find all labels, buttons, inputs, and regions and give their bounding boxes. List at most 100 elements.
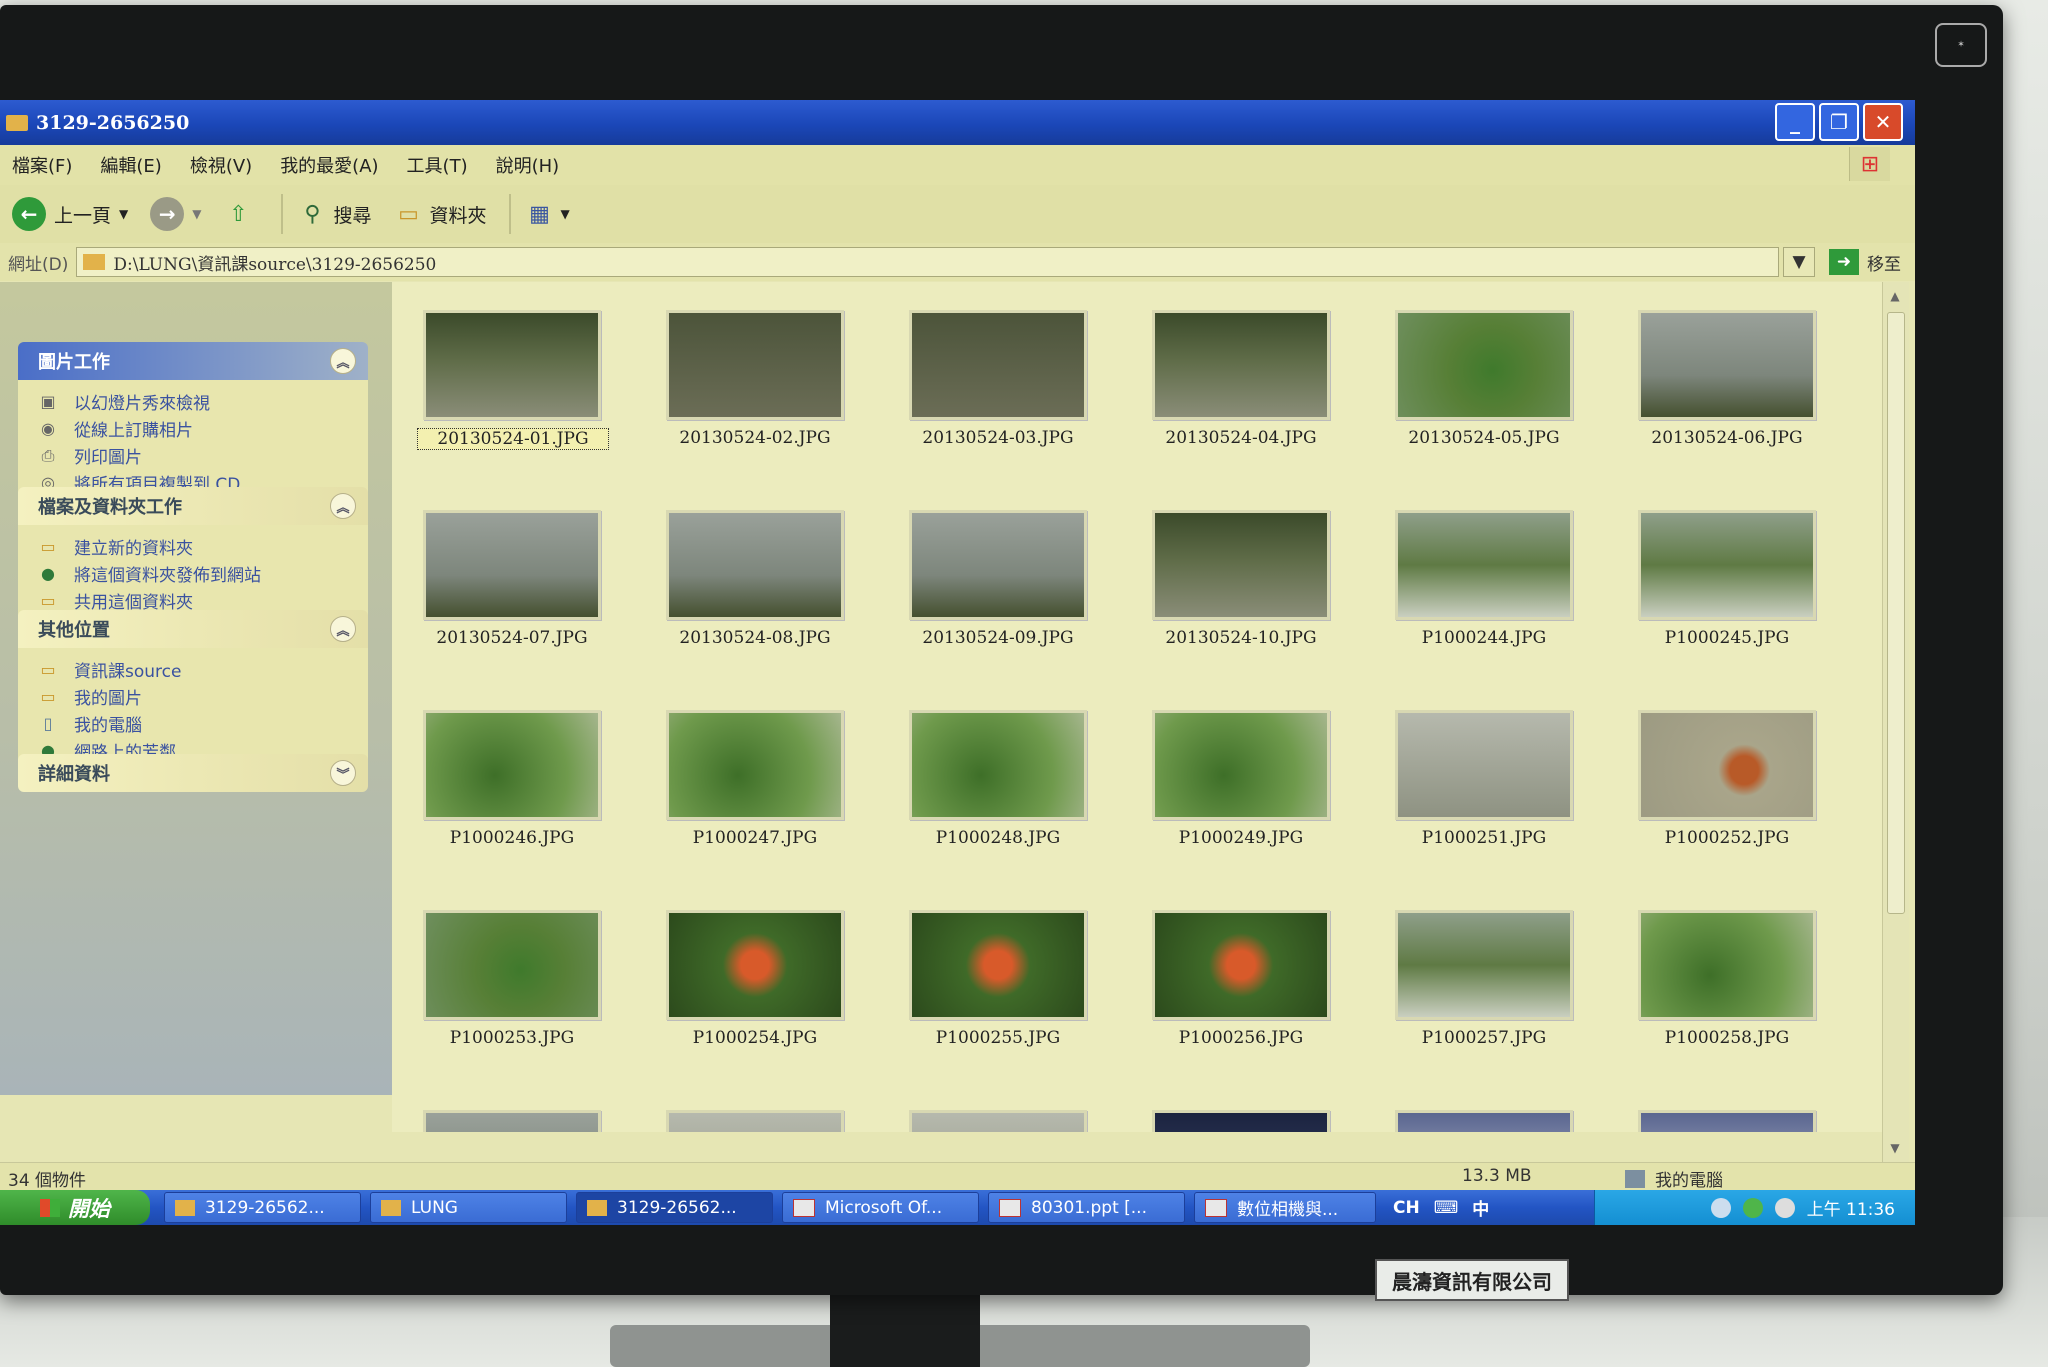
views-button[interactable]: ▦ ▼	[525, 199, 570, 229]
close-button[interactable]: ✕	[1863, 103, 1903, 141]
file-item[interactable]: P1000252.JPG	[1632, 702, 1875, 902]
menu-favorites[interactable]: 我的最愛(A)	[280, 152, 378, 178]
forward-button[interactable]: → ▼	[150, 197, 201, 231]
file-item[interactable]: 20130524-01.JPG	[417, 302, 660, 502]
network-tray-icon[interactable]	[1710, 1197, 1731, 1218]
computer-icon	[1625, 1169, 1645, 1188]
task-label: 以幻燈片秀來檢視	[74, 394, 210, 414]
taskbar-item[interactable]: 3129-26562...	[164, 1192, 361, 1223]
search-button[interactable]: ⚲ 搜尋	[297, 199, 371, 229]
task-new-folder[interactable]: ▭ 建立新的資料夾	[36, 533, 368, 560]
file-item[interactable]: 20130524-04.JPG	[1146, 302, 1389, 502]
thumbnail-image	[1152, 1110, 1330, 1132]
file-item-partial[interactable]	[1146, 1102, 1389, 1132]
slideshow-icon: ▣	[40, 392, 56, 411]
file-item[interactable]: P1000249.JPG	[1146, 702, 1389, 902]
start-button[interactable]: 開始	[0, 1190, 150, 1225]
file-name: P1000245.JPG	[1664, 628, 1790, 648]
taskbar-item[interactable]: LUNG	[370, 1192, 567, 1223]
collapse-chevron-icon[interactable]: ︽	[330, 348, 356, 374]
menu-help[interactable]: 說明(H)	[496, 152, 560, 178]
scroll-down-icon[interactable]: ▼	[1885, 1138, 1905, 1158]
file-item[interactable]: P1000251.JPG	[1389, 702, 1632, 902]
file-item[interactable]: P1000253.JPG	[417, 902, 660, 1102]
address-dropdown-icon[interactable]: ▼	[1783, 247, 1815, 277]
file-name: 20130524-02.JPG	[679, 428, 831, 448]
taskbar-item-active[interactable]: 3129-26562...	[576, 1192, 773, 1223]
collapse-chevron-icon[interactable]: ︽	[330, 616, 356, 642]
file-item[interactable]: 20130524-09.JPG	[903, 502, 1146, 702]
file-item-partial[interactable]	[1632, 1102, 1875, 1132]
file-item[interactable]: P1000245.JPG	[1632, 502, 1875, 702]
screen: 3129-2656250 _ ❐ ✕ 檔案(F) 編輯(E) 檢視(V) 我的最…	[0, 100, 1915, 1225]
taskbar-item[interactable]: Microsoft Of...	[782, 1192, 979, 1223]
menu-tools[interactable]: 工具(T)	[407, 152, 468, 178]
thumbnail-grid: 20130524-01.JPG 20130524-02.JPG 20130524…	[417, 302, 1875, 1132]
place-label: 我的電腦	[74, 716, 142, 736]
language-bar[interactable]: CH ⌨ 中	[1393, 1195, 1489, 1221]
folders-button[interactable]: ▭ 資料夾	[394, 199, 486, 229]
file-item[interactable]: P1000244.JPG	[1389, 502, 1632, 702]
back-button[interactable]: ← 上一頁 ▼	[12, 197, 128, 231]
file-item-partial[interactable]	[1389, 1102, 1632, 1132]
task-order-prints[interactable]: ◉ 從線上訂購相片	[36, 415, 368, 442]
file-item[interactable]: P1000255.JPG	[903, 902, 1146, 1102]
scroll-thumb[interactable]	[1887, 312, 1905, 914]
file-item[interactable]: 20130524-06.JPG	[1632, 302, 1875, 502]
file-item[interactable]: P1000248.JPG	[903, 702, 1146, 902]
file-item[interactable]: 20130524-07.JPG	[417, 502, 660, 702]
task-label: LUNG	[411, 1197, 458, 1218]
file-tasks-header[interactable]: 檔案及資料夾工作 ︽	[18, 487, 368, 525]
other-places-header[interactable]: 其他位置 ︽	[18, 610, 368, 648]
expand-chevron-icon[interactable]: ︾	[330, 760, 356, 786]
file-item[interactable]: P1000258.JPG	[1632, 902, 1875, 1102]
file-item[interactable]: P1000246.JPG	[417, 702, 660, 902]
taskbar-item[interactable]: 數位相機與...	[1194, 1192, 1376, 1223]
order-prints-icon: ◉	[41, 419, 55, 438]
title-bar[interactable]: 3129-2656250 _ ❐ ✕	[0, 100, 1915, 145]
details-header[interactable]: 詳細資料 ︾	[18, 754, 368, 792]
address-input[interactable]: D:\LUNG\資訊課source\3129-2656250	[76, 247, 1779, 277]
clock[interactable]: 上午 11:36	[1807, 1195, 1895, 1220]
file-list-view[interactable]: 20130524-01.JPG 20130524-02.JPG 20130524…	[392, 282, 1882, 1132]
task-print[interactable]: ⎙ 列印圖片	[36, 442, 368, 469]
file-item[interactable]: P1000257.JPG	[1389, 902, 1632, 1102]
file-item[interactable]: 20130524-05.JPG	[1389, 302, 1632, 502]
taskbar-item[interactable]: 80301.ppt [...	[988, 1192, 1185, 1223]
file-item[interactable]: 20130524-02.JPG	[660, 302, 903, 502]
window-controls: _ ❐ ✕	[1775, 103, 1903, 141]
thumbnail-image	[1395, 1110, 1573, 1132]
scroll-up-icon[interactable]: ▲	[1885, 286, 1905, 306]
security-tray-icon[interactable]	[1742, 1197, 1763, 1218]
place-source-folder[interactable]: ▭ 資訊課source	[36, 656, 368, 683]
file-item-partial[interactable]	[417, 1102, 660, 1132]
file-item-partial[interactable]	[660, 1102, 903, 1132]
collapse-chevron-icon[interactable]: ︽	[330, 493, 356, 519]
menu-view[interactable]: 檢視(V)	[190, 152, 252, 178]
task-publish-web[interactable]: ● 將這個資料夾發佈到網站	[36, 560, 368, 587]
up-button[interactable]: ⇧	[223, 199, 259, 229]
minimize-button[interactable]: _	[1775, 103, 1815, 141]
volume-tray-icon[interactable]	[1774, 1197, 1795, 1218]
file-item[interactable]: P1000254.JPG	[660, 902, 903, 1102]
forward-dropdown-icon[interactable]: ▼	[192, 207, 201, 221]
task-slideshow[interactable]: ▣ 以幻燈片秀來檢視	[36, 388, 368, 415]
folders-icon: ▭	[398, 201, 419, 227]
vertical-scrollbar[interactable]: ▲ ▼	[1882, 282, 1909, 1162]
picture-tasks-header[interactable]: 圖片工作 ︽	[18, 342, 368, 380]
menu-edit[interactable]: 編輯(E)	[100, 152, 161, 178]
file-item-partial[interactable]	[903, 1102, 1146, 1132]
file-item[interactable]: 20130524-08.JPG	[660, 502, 903, 702]
picture-tasks-title: 圖片工作	[38, 352, 110, 373]
back-dropdown-icon[interactable]: ▼	[119, 207, 128, 221]
file-item[interactable]: P1000247.JPG	[660, 702, 903, 902]
place-my-pictures[interactable]: ▭ 我的圖片	[36, 683, 368, 710]
file-item[interactable]: 20130524-10.JPG	[1146, 502, 1389, 702]
file-item[interactable]: P1000256.JPG	[1146, 902, 1389, 1102]
place-my-computer[interactable]: ▯ 我的電腦	[36, 710, 368, 737]
file-item[interactable]: 20130524-03.JPG	[903, 302, 1146, 502]
file-tasks-panel: 檔案及資料夾工作 ︽ ▭ 建立新的資料夾 ● 將這個資料夾發佈到網站 ▭ 共用這個資料…	[18, 487, 368, 626]
go-button[interactable]: ➜ 移至	[1815, 249, 1915, 275]
menu-file[interactable]: 檔案(F)	[12, 152, 72, 178]
maximize-button[interactable]: ❐	[1819, 103, 1859, 141]
